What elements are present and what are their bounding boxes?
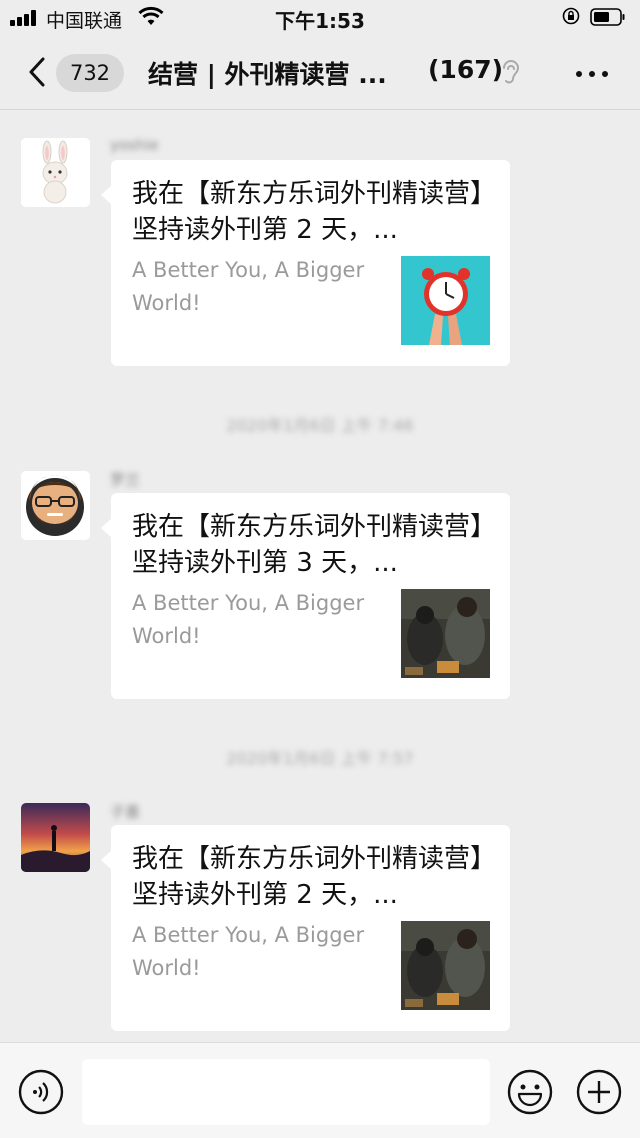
homeless-people-image [401, 589, 490, 678]
member-count: (167) [428, 55, 504, 84]
rotation-lock-icon [562, 7, 580, 25]
time-stamp: 2020年1月6日 上午 7:46 [226, 416, 414, 435]
rabbit-avatar[interactable] [21, 138, 90, 207]
unread-count-badge[interactable]: 732 [56, 54, 124, 92]
ear-muted-icon [503, 60, 520, 84]
link-card[interactable]: 我在【新东方乐词外刊精读营】坚持读外刊第 2 天，... A Better Yo… [101, 825, 510, 1031]
battery-icon [590, 8, 625, 26]
card-title: 我在【新东方乐词外刊精读营】坚持读外刊第 2 天，... [132, 844, 484, 910]
sender-name: 子墨 [110, 803, 141, 821]
back-chevron-icon[interactable] [26, 56, 48, 88]
sender-name: yoshie [110, 136, 159, 154]
input-bar [0, 1042, 640, 1138]
status-time: 下午1:53 [275, 9, 365, 33]
homeless-people-image [401, 921, 490, 1010]
emoji-icon[interactable] [507, 1069, 553, 1115]
alarm-clock-image [401, 256, 490, 345]
sender-name: 罗兰 [110, 471, 141, 489]
card-title: 我在【新东方乐词外刊精读营】坚持读外刊第 3 天，... [132, 512, 484, 578]
link-card[interactable]: 我在【新东方乐词外刊精读营】坚持读外刊第 2 天，... A Better Yo… [101, 160, 510, 366]
card-title: 我在【新东方乐词外刊精读营】坚持读外刊第 2 天，... [132, 179, 484, 245]
time-stamp: 2020年1月6日 上午 7:57 [226, 749, 414, 768]
link-card[interactable]: 我在【新东方乐词外刊精读营】坚持读外刊第 3 天，... A Better Yo… [101, 493, 510, 699]
card-description: A Better You, A Bigger World! [132, 591, 365, 648]
more-options-icon[interactable] [575, 58, 609, 88]
sunset-silhouette-avatar[interactable] [21, 803, 90, 872]
bearded-man-avatar[interactable] [21, 471, 90, 540]
voice-input-icon[interactable] [18, 1069, 64, 1115]
chat-header: 732 结营 | 外刊精读营 ... (167) [0, 36, 640, 110]
message-input[interactable] [82, 1059, 490, 1125]
card-description: A Better You, A Bigger World! [132, 258, 365, 315]
card-description: A Better You, A Bigger World! [132, 923, 365, 980]
status-bar: 中国联通 下午1:53 [0, 0, 640, 36]
chat-title: 结营 | 外刊精读营 ... [148, 60, 387, 89]
plus-icon[interactable] [576, 1069, 622, 1115]
